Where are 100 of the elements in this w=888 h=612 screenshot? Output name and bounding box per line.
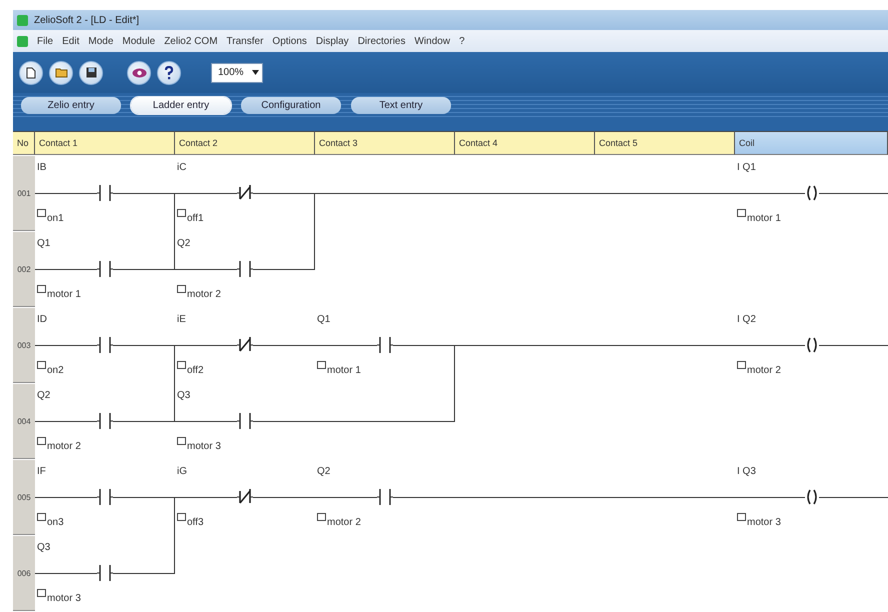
wire-line — [35, 344, 97, 346]
comment-text: on1 — [47, 213, 64, 224]
column-header: Contact 2 — [175, 131, 315, 155]
contact-address: Q1 — [317, 314, 330, 325]
comment-box-icon — [37, 209, 46, 217]
column-header: Contact 4 — [455, 131, 595, 155]
comment-box-icon — [37, 589, 46, 597]
normally-open-contact-icon — [377, 336, 393, 354]
normally-closed-contact-icon — [237, 336, 253, 354]
coil-address: I Q2 — [737, 314, 756, 325]
wire-line — [818, 192, 888, 194]
comment-box-icon — [37, 361, 46, 369]
folder-icon — [54, 67, 68, 78]
contact-address: Q2 — [177, 238, 190, 249]
contact-address: IB — [37, 162, 46, 173]
comment-text: motor 1 — [747, 213, 781, 224]
rung-number: 005 — [13, 460, 35, 535]
coil-address: I Q3 — [737, 466, 756, 477]
menu-item[interactable]: Display — [316, 36, 349, 46]
comment-box-icon — [37, 285, 46, 293]
view-button[interactable] — [127, 60, 151, 84]
normally-open-contact-icon — [97, 260, 113, 278]
comment-text: motor 3 — [47, 593, 81, 604]
menu-item[interactable]: Window — [414, 36, 450, 46]
contact-address: iE — [177, 314, 186, 325]
menu-item[interactable]: Module — [122, 36, 156, 46]
normally-open-contact-icon — [237, 260, 253, 278]
column-header: Coil — [735, 131, 888, 155]
coil-icon — [804, 185, 818, 201]
coil-icon — [804, 337, 818, 353]
column-header: Contact 3 — [315, 131, 455, 155]
comment-box-icon — [37, 437, 46, 445]
menu-item[interactable]: ? — [459, 36, 465, 46]
help-icon — [164, 66, 174, 80]
tab[interactable]: Text entry — [351, 97, 451, 114]
comment-box-icon — [737, 513, 746, 521]
new-document-button[interactable] — [19, 60, 43, 84]
normally-open-contact-icon — [97, 488, 113, 506]
help-button[interactable] — [157, 60, 181, 84]
menu-item[interactable]: Transfer — [226, 36, 264, 46]
document-icon — [26, 66, 36, 78]
comment-text: motor 1 — [47, 289, 81, 300]
zoom-dropdown[interactable]: 100% — [211, 62, 263, 82]
menu-item[interactable]: Options — [272, 36, 307, 46]
contact-address: Q3 — [37, 542, 50, 553]
open-button[interactable] — [49, 60, 73, 84]
wire-line — [35, 268, 97, 270]
rung-number: 001 — [13, 156, 35, 231]
wire-line — [35, 192, 97, 194]
menu-item[interactable]: Zelio2 COM — [164, 36, 218, 46]
contact-address: Q3 — [177, 390, 190, 401]
comment-text: motor 1 — [327, 365, 361, 376]
rung-number: 004 — [13, 384, 35, 459]
rung-number: 002 — [13, 232, 35, 307]
save-button[interactable] — [79, 60, 103, 84]
app-icon — [17, 36, 28, 46]
column-header: Contact 5 — [595, 131, 735, 155]
tab[interactable]: Configuration — [241, 97, 341, 114]
coil-address: I Q1 — [737, 162, 756, 173]
wire-line — [818, 496, 888, 498]
comment-text: on2 — [47, 365, 64, 376]
comment-text: off2 — [187, 365, 204, 376]
comment-text: motor 2 — [187, 289, 221, 300]
column-header: No — [13, 131, 35, 155]
tab[interactable]: Ladder entry — [131, 97, 231, 114]
normally-open-contact-icon — [97, 564, 113, 582]
comment-text: off3 — [187, 517, 204, 528]
menu-item[interactable]: File — [37, 36, 54, 46]
comment-text: off1 — [187, 213, 204, 224]
normally-open-contact-icon — [237, 412, 253, 430]
comment-text: motor 2 — [47, 441, 81, 452]
wire-line — [253, 268, 315, 270]
comment-box-icon — [177, 285, 186, 293]
menu-item[interactable]: Mode — [88, 36, 114, 46]
contact-address: ID — [37, 314, 47, 325]
comment-box-icon — [737, 361, 746, 369]
wire-line — [113, 572, 175, 574]
comment-text: motor 3 — [187, 441, 221, 452]
comment-box-icon — [177, 513, 186, 521]
menu-item[interactable]: Directories — [358, 36, 406, 46]
wire-line — [35, 496, 97, 498]
contact-address: Q2 — [37, 390, 50, 401]
menu-item[interactable]: Edit — [62, 36, 80, 46]
normally-open-contact-icon — [97, 336, 113, 354]
contact-address: iG — [177, 466, 187, 477]
contact-address: IF — [37, 466, 46, 477]
normally-open-contact-icon — [97, 412, 113, 430]
app-icon — [17, 14, 28, 26]
comment-box-icon — [737, 209, 746, 217]
tab[interactable]: Zelio entry — [21, 97, 121, 114]
column-header: Contact 1 — [35, 131, 175, 155]
window-title: ZelioSoft 2 - [LD - Edit*] — [34, 14, 140, 26]
wire-line — [818, 344, 888, 346]
comment-box-icon — [177, 437, 186, 445]
normally-closed-contact-icon — [237, 488, 253, 506]
comment-text: on3 — [47, 517, 64, 528]
comment-box-icon — [37, 513, 46, 521]
rung-number: 006 — [13, 536, 35, 611]
eye-icon — [132, 68, 146, 78]
rung-number: 003 — [13, 308, 35, 383]
